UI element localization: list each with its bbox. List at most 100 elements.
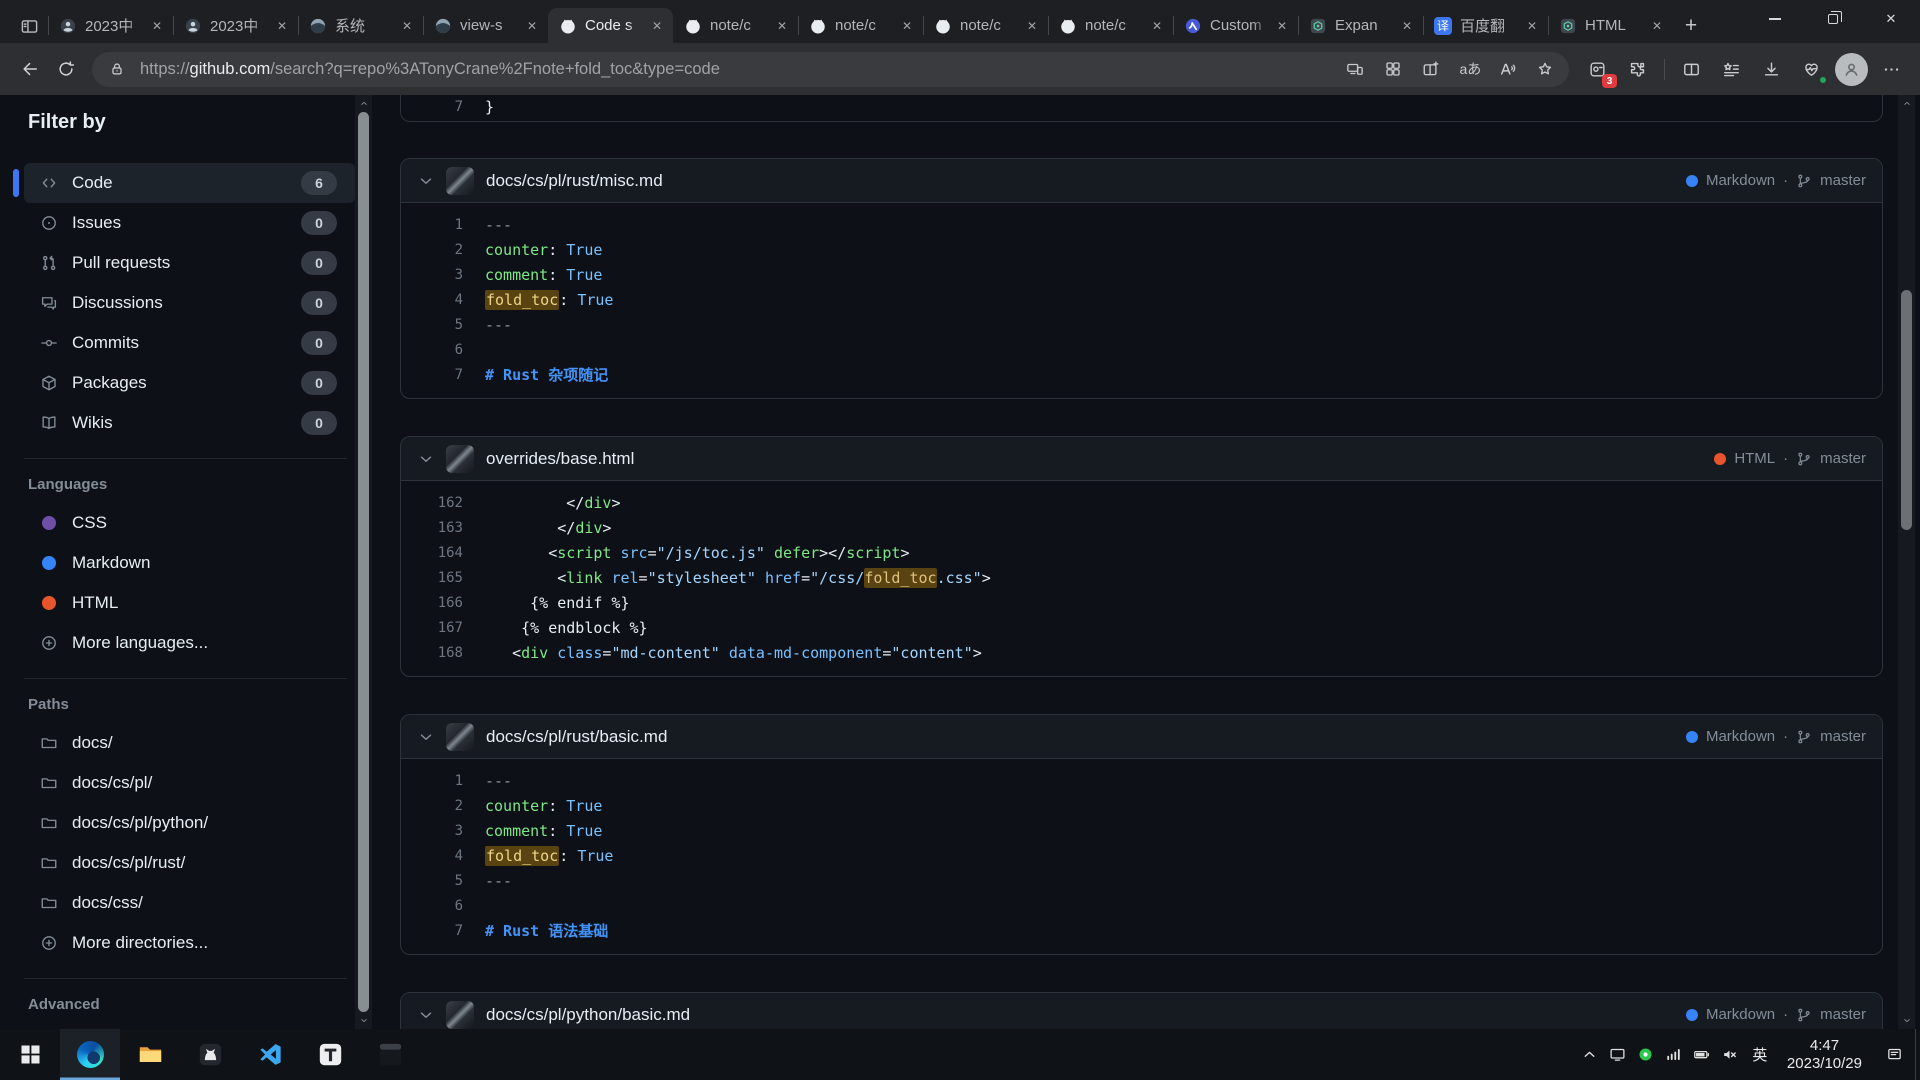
sidebar-item-pull-requests[interactable]: Pull requests0 [24,243,355,283]
tray-monitor-button[interactable] [1604,1029,1632,1080]
tab-close-icon[interactable]: ✕ [1148,19,1166,33]
tab-close-icon[interactable]: ✕ [1648,19,1666,33]
browser-tab-note-c[interactable]: note/c✕ [1048,8,1173,43]
refresh-button[interactable] [48,51,84,87]
network-button[interactable] [1660,1029,1688,1080]
code-line[interactable]: 1--- [401,213,1882,238]
volume-button[interactable] [1716,1029,1744,1080]
code-line[interactable]: 3comment: True [401,263,1882,288]
code-line[interactable]: 162 </div> [401,491,1882,516]
code-line[interactable]: 2counter: True [401,238,1882,263]
browser-tab-code-s[interactable]: Code s✕ [548,8,673,43]
vscode-button[interactable] [240,1029,300,1080]
restore-button[interactable] [1804,0,1862,38]
tray-app-button[interactable] [1632,1029,1660,1080]
code-line[interactable]: 168 <div class="md-content" data-md-comp… [401,641,1882,666]
page-scrollbar-thumb[interactable] [1901,290,1912,530]
browser-tab-html[interactable]: HTML✕ [1548,8,1673,43]
tab-close-icon[interactable]: ✕ [898,19,916,33]
browser-tab-百度翻[interactable]: 译百度翻✕ [1423,8,1548,43]
sidebar-item-markdown[interactable]: Markdown [24,543,355,583]
tab-close-icon[interactable]: ✕ [273,19,291,33]
tab-close-icon[interactable]: ✕ [1023,19,1041,33]
show-desktop-button[interactable] [1915,1029,1920,1080]
sidebar-item-css[interactable]: CSS [24,503,355,543]
edge-taskbar-button[interactable] [60,1029,120,1080]
settings-more-button[interactable] [1875,53,1908,86]
action-center-button[interactable] [1873,1029,1915,1080]
sidebar-item-more-directories[interactable]: More directories... [24,923,355,963]
sidebar-item-docs-cs-pl-rust[interactable]: docs/cs/pl/rust/ [24,843,355,883]
code-line[interactable]: 164 <script src="/js/toc.js" defer></scr… [401,541,1882,566]
code-line[interactable]: 5--- [401,313,1882,338]
scroll-down-arrow[interactable] [1898,1013,1915,1028]
chevron-down-icon[interactable] [417,450,435,468]
read-aloud-button[interactable] [1492,55,1521,84]
file-path-link[interactable]: docs/cs/pl/rust/basic.md [486,727,667,747]
start-button[interactable] [0,1029,60,1080]
profile-button[interactable] [1835,53,1868,86]
sidebar-item-more-languages[interactable]: More languages... [24,623,355,663]
terminal-button[interactable] [360,1029,420,1080]
scroll-down-arrow[interactable] [355,1013,372,1028]
lock-icon[interactable] [109,61,125,77]
tab-close-icon[interactable]: ✕ [1273,19,1291,33]
screenshot-extension-button[interactable]: 3 [1581,53,1614,86]
sidebar-item-commits[interactable]: Commits0 [24,323,355,363]
downloads-button[interactable] [1755,53,1788,86]
taskbar-clock[interactable]: 4:47 2023/10/29 [1776,1037,1873,1073]
ime-indicator[interactable]: 英 [1744,1029,1776,1080]
code-line[interactable]: 7} [401,95,1882,120]
favorites-button[interactable] [1715,53,1748,86]
battery-button[interactable] [1688,1029,1716,1080]
sidebar-scrollbar-thumb[interactable] [358,112,369,1012]
tab-close-icon[interactable]: ✕ [1523,19,1541,33]
scroll-up-arrow[interactable] [355,96,372,111]
page-scrollbar[interactable] [1898,95,1915,1029]
tab-close-icon[interactable]: ✕ [773,19,791,33]
tab-close-icon[interactable]: ✕ [523,19,541,33]
tab-grid-button[interactable] [1378,55,1407,84]
minimize-button[interactable] [1746,0,1804,38]
address-bar[interactable]: https://github.com/search?q=repo%3ATonyC… [92,52,1569,87]
tab-close-icon[interactable]: ✕ [398,19,416,33]
favorite-star-button[interactable] [1530,55,1559,84]
translate-button[interactable]: aあ [1454,55,1483,84]
code-line[interactable]: 3comment: True [401,819,1882,844]
code-line[interactable]: 6 [401,338,1882,363]
chevron-down-icon[interactable] [417,172,435,190]
code-line[interactable]: 5--- [401,869,1882,894]
tab-close-icon[interactable]: ✕ [1398,19,1416,33]
code-line[interactable]: 167 {% endblock %} [401,616,1882,641]
split-window-button[interactable] [1416,55,1445,84]
split-screen-button[interactable] [1675,53,1708,86]
url-text[interactable]: https://github.com/search?q=repo%3ATonyC… [140,60,720,79]
code-line[interactable]: 7# Rust 语法基础 [401,919,1882,944]
code-line[interactable]: 163 </div> [401,516,1882,541]
sidebar-item-docs[interactable]: docs/ [24,723,355,763]
sidebar-item-issues[interactable]: Issues0 [24,203,355,243]
browser-tab-2023中[interactable]: 2023中✕ [173,8,298,43]
browser-tab-note-c[interactable]: note/c✕ [673,8,798,43]
code-line[interactable]: 6 [401,894,1882,919]
tab-close-icon[interactable]: ✕ [148,19,166,33]
sidebar-item-wikis[interactable]: Wikis0 [24,403,355,443]
code-line[interactable]: 2counter: True [401,794,1882,819]
sidebar-item-packages[interactable]: Packages0 [24,363,355,403]
code-line[interactable]: 165 <link rel="stylesheet" href="/css/fo… [401,566,1882,591]
back-button[interactable] [12,51,48,87]
code-line[interactable]: 4fold_toc: True [401,288,1882,313]
browser-tab-view-s[interactable]: view-s✕ [423,8,548,43]
browser-tab-expan[interactable]: Expan✕ [1298,8,1423,43]
cat-app-button[interactable] [180,1029,240,1080]
browser-tab-2023中[interactable]: 2023中✕ [48,8,173,43]
file-path-link[interactable]: docs/cs/pl/python/basic.md [486,1005,690,1025]
browser-tab-custom[interactable]: Custom✕ [1173,8,1298,43]
send-to-devices-button[interactable] [1340,55,1369,84]
scroll-up-arrow[interactable] [1898,96,1915,111]
browser-tab-note-c[interactable]: note/c✕ [798,8,923,43]
browser-essentials-button[interactable] [1795,53,1828,86]
new-tab-button[interactable]: + [1673,8,1709,43]
sidebar-item-docs-cs-pl-python[interactable]: docs/cs/pl/python/ [24,803,355,843]
tab-close-icon[interactable]: ✕ [648,19,666,33]
